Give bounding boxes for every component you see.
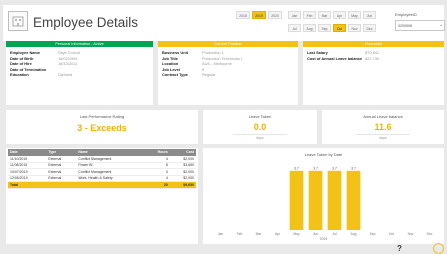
personal-info-title: Personal Information - Active <box>6 41 153 47</box>
chart-tick-label-may: May <box>293 232 300 236</box>
month-button-dec[interactable]: Dec <box>363 24 376 32</box>
annual-leave-card: Annual Leave balance 11.6 days <box>322 110 444 144</box>
divider <box>356 134 410 135</box>
chart-x-axis-label: 2019 <box>320 237 328 241</box>
chart-data-label: 3.7 <box>351 166 356 170</box>
leave-taken-title: Leave Taken <box>248 114 272 119</box>
financials-row: Cost of Annual Leave balance $22,730 <box>307 56 379 62</box>
table-cell <box>76 181 145 189</box>
employee-dropdown[interactable]: 3200598 <box>395 20 445 31</box>
chart-tick-label-jul: Jul <box>332 232 336 236</box>
page-title: Employee Details <box>33 15 139 30</box>
month-button-mar[interactable]: Mar <box>318 11 331 19</box>
employee-dropdown-value: 3200598 <box>398 24 412 28</box>
chart-data-label: 3.7 <box>332 166 337 170</box>
personal-value: 16/02/1994 <box>58 55 78 61</box>
training-table-card: Date Type Name Hours Cost 11/10/2019 External… <box>6 148 198 244</box>
help-icon: ? <box>397 244 402 253</box>
position-value: 5 <box>202 66 205 72</box>
personal-label: Education <box>10 72 29 78</box>
training-table: Date Type Name Hours Cost 11/10/2019 External… <box>8 149 196 189</box>
annual-leave-unit: days <box>379 136 387 140</box>
chart-tick-label-feb: Feb <box>237 232 243 236</box>
month-button-oct[interactable]: Oct <box>333 24 346 32</box>
chart-tick-label-nov: Nov <box>408 232 414 236</box>
position-value: Production 1 <box>202 50 224 55</box>
circle-icon <box>433 243 444 254</box>
personal-info-panel: Personal Information - Active Employee N… <box>6 41 153 105</box>
chart-tick-label-mar: Mar <box>256 232 263 236</box>
employee-slicer-label: EmployeeID <box>395 12 417 17</box>
position-value: Regular <box>202 72 216 78</box>
month-button-aug[interactable]: Aug <box>303 24 316 32</box>
chart-data-label: 3.7 <box>313 166 318 170</box>
leave-taken-card: Leave Taken 0.0 days <box>203 110 317 144</box>
chart-bar-jul <box>327 170 342 230</box>
position-value: Production Technician I <box>202 55 243 61</box>
month-button-jul[interactable]: Jul <box>288 24 301 32</box>
current-position-panel: Current Position Business Unit Production… <box>158 41 298 105</box>
annual-leave-value: 11.6 <box>374 122 392 132</box>
year-button-2018[interactable]: 2018 <box>236 11 250 19</box>
chevron-down-icon[interactable]: ⌄ <box>439 23 443 28</box>
financials-value: $22,730 <box>365 55 380 61</box>
year-button-2020[interactable]: 2020 <box>268 11 282 19</box>
chart-tick-label-jun: Jun <box>313 232 318 236</box>
month-button-apr[interactable]: Apr <box>333 11 346 19</box>
header-bar: Employee Details EmployeeID 3200598 ⌄ 20… <box>3 5 445 41</box>
position-row: Contract Type Regular <box>162 72 216 78</box>
performance-rating-card: Last Performance Rating 3 - Exceeds <box>6 110 198 144</box>
leave-taken-unit: days <box>256 136 264 140</box>
table-cell: 20 <box>144 181 170 189</box>
financials-value: $70,541 <box>365 50 380 55</box>
leave-taken-value: 0.0 <box>253 122 267 132</box>
chart-title: Leave Taken by Date <box>305 152 343 157</box>
personal-value: 16/10/2012 <box>58 61 78 67</box>
building-icon <box>12 16 24 27</box>
month-button-jan[interactable]: Jan <box>288 11 301 19</box>
personal-row: Education Diploma <box>10 72 72 78</box>
chart-bar-aug <box>346 170 361 230</box>
personal-value: Diploma <box>58 72 73 78</box>
performance-rating-value: 3 - Exceeds <box>77 123 127 133</box>
current-position-title: Current Position <box>158 41 298 47</box>
leave-chart-card: Leave Taken by Date Jan Feb Mar Apr 3.7 May 3.7… <box>203 148 444 244</box>
company-logo <box>8 11 28 31</box>
position-label: Contract Type <box>162 72 188 78</box>
help-badge[interactable]: ? <box>397 243 445 254</box>
chart-bar-jun <box>308 170 323 230</box>
chart-tick-label-dec: Dec <box>427 232 433 236</box>
table-cell: Total <box>8 181 47 189</box>
divider <box>233 134 287 135</box>
table-total-row[interactable]: Total 20 $9,650 <box>8 181 196 189</box>
financials-title: Financials <box>303 41 444 47</box>
chart-tick-label-apr: Apr <box>275 232 281 236</box>
month-button-sep[interactable]: Sep <box>318 24 331 32</box>
position-value: AUS - Melbourne <box>202 61 232 67</box>
annual-leave-title: Annual Leave balance <box>363 114 403 119</box>
month-button-nov[interactable]: Nov <box>348 24 361 32</box>
year-button-2019[interactable]: 2019 <box>252 11 266 19</box>
leave-taken-by-date-chart: Leave Taken by Date Jan Feb Mar Apr 3.7 May 3.7… <box>218 152 433 241</box>
month-button-may[interactable]: May <box>348 11 361 19</box>
financials-panel: Financials Last Salary $70,541 Cost of Ann… <box>303 41 444 105</box>
personal-value: Skye Colcott <box>58 50 80 55</box>
month-button-feb[interactable]: Feb <box>303 11 316 19</box>
table-cell: $9,650 <box>169 181 196 189</box>
chart-data-label: 3.7 <box>294 166 299 170</box>
chart-tick-label-oct: Oct <box>389 232 394 236</box>
performance-rating-title: Last Performance Rating <box>79 114 125 119</box>
table-cell <box>46 181 77 189</box>
chart-bar-may <box>289 170 304 230</box>
financials-label: Cost of Annual Leave balance <box>307 55 363 61</box>
chart-tick-label-aug: Aug <box>351 232 357 236</box>
chart-tick-label-jan: Jan <box>218 232 223 236</box>
month-button-jun[interactable]: Jun <box>363 11 376 19</box>
chart-tick-label-sep: Sep <box>370 232 376 236</box>
